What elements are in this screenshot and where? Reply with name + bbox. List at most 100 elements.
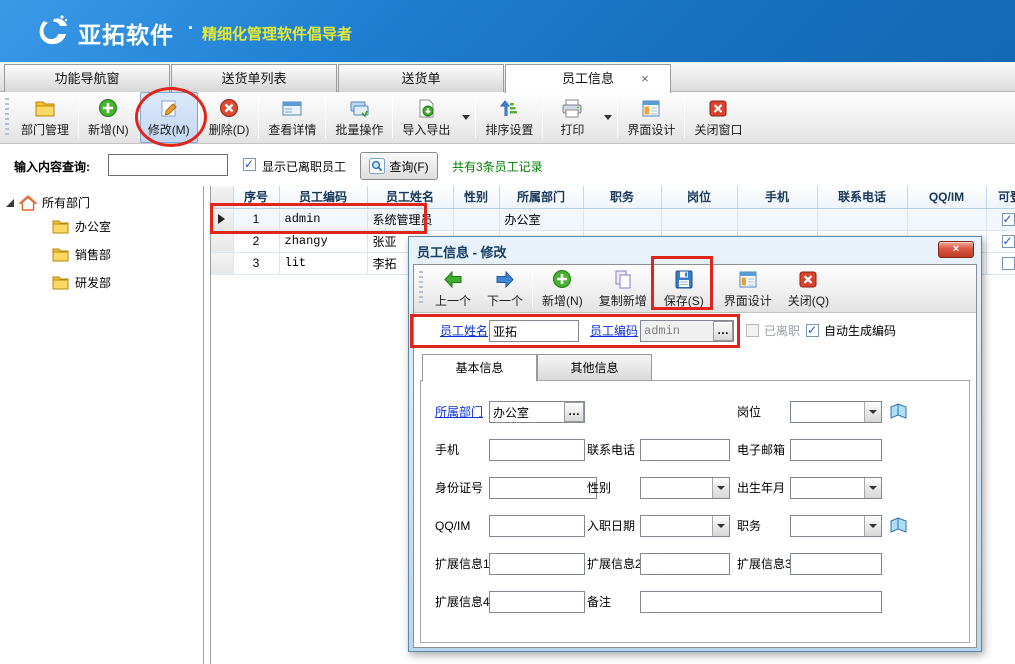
import-export-button[interactable]: 导入导出 <box>394 92 458 143</box>
table-row[interactable]: 1 admin 系统管理员 办公室 <box>211 208 1015 230</box>
ext3-input[interactable] <box>790 553 882 575</box>
remark-input[interactable] <box>640 591 882 613</box>
dept-ellipsis-button[interactable]: … <box>564 402 584 422</box>
can-login-checkbox[interactable] <box>1002 235 1015 248</box>
query-button[interactable]: 查询(F) <box>360 152 438 180</box>
tab-delivery-list[interactable]: 送货单列表 <box>171 64 337 92</box>
dept-manage-button[interactable]: 部门管理 <box>13 92 77 143</box>
email-input[interactable] <box>790 439 882 461</box>
dialog-toolbar: 上一个 下一个 新增(N) 复制新增 保存(S) <box>414 265 976 313</box>
can-login-checkbox[interactable] <box>1002 213 1015 226</box>
view-detail-button[interactable]: 查看详情 <box>260 92 324 143</box>
prev-button[interactable]: 上一个 <box>427 265 479 312</box>
add-button[interactable]: 新增(N) <box>80 92 137 143</box>
col-header[interactable]: 职务 <box>583 186 661 208</box>
hiredate-dropdown-icon[interactable] <box>712 516 729 536</box>
arrow-right-icon <box>494 269 516 290</box>
print-dropdown-icon[interactable] <box>604 115 612 120</box>
tree-item-office[interactable]: 办公室 <box>52 218 111 235</box>
dialog-ui-design-button[interactable]: 界面设计 <box>716 265 780 312</box>
phone-input[interactable] <box>640 439 730 461</box>
button-label: 新增(N) <box>88 121 129 138</box>
col-header[interactable]: 员工姓名 <box>367 186 453 208</box>
cell-code: admin <box>279 208 367 230</box>
dept-label: 所属部门 <box>435 401 483 423</box>
close-window-button[interactable]: 关闭窗口 <box>686 92 750 143</box>
ui-design-button[interactable]: 界面设计 <box>619 92 683 143</box>
resigned-checkbox[interactable] <box>746 324 759 337</box>
col-header[interactable]: 序号 <box>233 186 279 208</box>
form-row: 手机 联系电话 电子邮箱 <box>414 439 976 461</box>
employee-name-input[interactable] <box>489 320 579 342</box>
batch-ops-button[interactable]: 批量操作 <box>327 92 391 143</box>
duty-dropdown-icon[interactable] <box>864 516 881 536</box>
tab-close-icon[interactable]: × <box>638 72 652 86</box>
tree-item-rd[interactable]: 研发部 <box>52 274 111 291</box>
cell-post <box>661 208 737 230</box>
dialog-add-button[interactable]: 新增(N) <box>534 265 591 312</box>
post-dropdown-icon[interactable] <box>864 402 881 422</box>
button-label: 复制新增 <box>599 292 647 309</box>
tree-expander-icon[interactable] <box>6 199 14 207</box>
col-header[interactable]: 手机 <box>737 186 817 208</box>
department-tree: 所有部门 办公室 销售部 研发部 <box>0 186 204 664</box>
cell-phone <box>817 208 907 230</box>
book-lookup-icon[interactable] <box>889 403 908 421</box>
ext2-input[interactable] <box>640 553 730 575</box>
employee-name-label: 员工姓名 <box>440 320 488 342</box>
row-indicator <box>211 208 233 230</box>
tab-basic-info[interactable]: 基本信息 <box>422 354 537 382</box>
tab-other-info[interactable]: 其他信息 <box>537 354 652 381</box>
code-ellipsis-button[interactable]: … <box>713 321 733 341</box>
button-label: 查看详情 <box>268 121 316 138</box>
import-export-dropdown-icon[interactable] <box>462 115 470 120</box>
folder-icon <box>52 248 69 262</box>
show-resigned-checkbox[interactable] <box>243 158 256 171</box>
tab-delivery-order[interactable]: 送货单 <box>338 64 504 92</box>
col-header[interactable]: 岗位 <box>661 186 737 208</box>
print-button[interactable]: 打印 <box>544 92 600 143</box>
form-row: QQ/IM 入职日期 职务 <box>414 515 976 537</box>
col-header[interactable]: 性别 <box>453 186 499 208</box>
col-header[interactable]: 可登录 <box>986 186 1015 208</box>
toolbar-separator <box>325 97 326 138</box>
qq-label: QQ/IM <box>435 515 470 537</box>
search-input[interactable] <box>108 154 228 176</box>
button-label: 批量操作 <box>335 121 383 138</box>
tab-employee-info[interactable]: 员工信息 × <box>505 64 671 93</box>
save-button[interactable]: 保存(S) <box>655 265 713 312</box>
app-window: 亚拓软件 · 精细化管理软件倡导者 功能导航窗 送货单列表 送货单 员工信息 ×… <box>0 0 1015 664</box>
dialog-close-toolbar-button[interactable]: 关闭(Q) <box>780 265 837 312</box>
tree-root-all-departments[interactable]: 所有部门 <box>6 194 90 211</box>
col-header[interactable]: 员工编码 <box>279 186 367 208</box>
ext4-input[interactable] <box>489 591 585 613</box>
tab-label: 其他信息 <box>570 361 618 375</box>
sort-settings-button[interactable]: 排序设置 <box>477 92 541 143</box>
record-count-text: 共有3条员工记录 <box>452 158 543 175</box>
autogen-code-checkbox[interactable] <box>806 324 819 337</box>
qq-input[interactable] <box>489 515 585 537</box>
idcard-input[interactable] <box>489 477 597 499</box>
resigned-label: 已离职 <box>764 320 800 342</box>
can-login-checkbox[interactable] <box>1002 257 1015 270</box>
dialog-close-button[interactable]: × <box>938 241 974 258</box>
birth-dropdown-icon[interactable] <box>864 478 881 498</box>
brand-name: 亚拓软件 <box>78 16 174 50</box>
mobile-input[interactable] <box>489 439 585 461</box>
col-header[interactable]: QQ/IM <box>907 186 986 208</box>
gender-dropdown-icon[interactable] <box>712 478 729 498</box>
ext1-input[interactable] <box>489 553 585 575</box>
edit-button[interactable]: 修改(M) <box>140 92 198 143</box>
tab-nav-window[interactable]: 功能导航窗 <box>4 64 170 92</box>
next-button[interactable]: 下一个 <box>479 265 531 312</box>
col-header[interactable]: 所属部门 <box>499 186 583 208</box>
tree-item-sales[interactable]: 销售部 <box>52 246 111 263</box>
delete-button[interactable]: 删除(D) <box>201 92 258 143</box>
toolbar-separator <box>138 97 139 138</box>
copy-add-button[interactable]: 复制新增 <box>591 265 655 312</box>
book-lookup-icon[interactable] <box>889 517 908 535</box>
tab-strip: 功能导航窗 送货单列表 送货单 员工信息 × <box>0 62 1015 92</box>
col-header[interactable]: 联系电话 <box>817 186 907 208</box>
form-row: 身份证号 性别 出生年月 <box>414 477 976 499</box>
filter-bar: 输入内容查询: 显示已离职员工 查询(F) 共有3条员工记录 <box>0 144 1015 186</box>
